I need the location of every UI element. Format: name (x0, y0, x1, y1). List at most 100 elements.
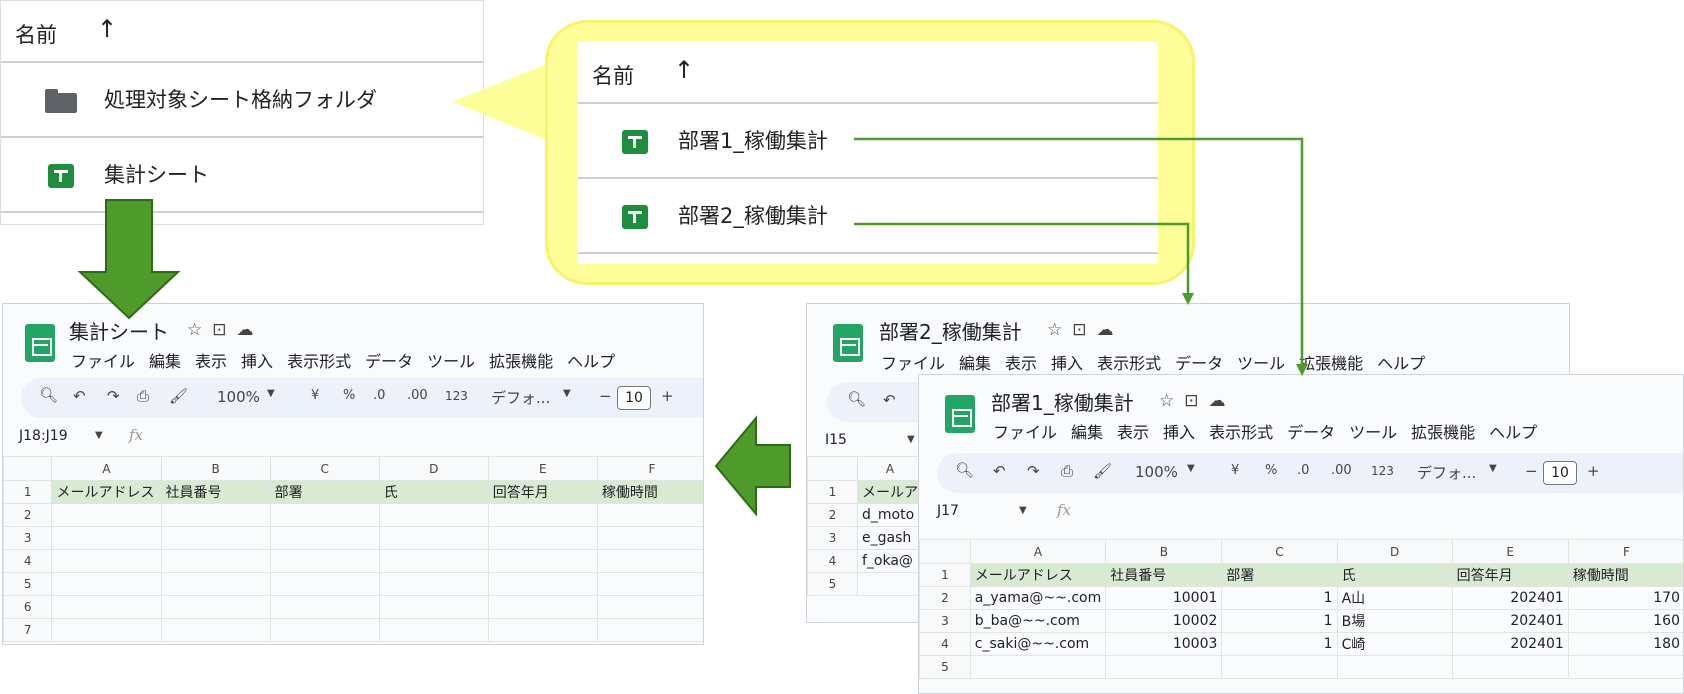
cell[interactable] (378, 526, 489, 550)
percent-button[interactable]: % (1265, 463, 1277, 478)
row-header[interactable]: 2 (807, 503, 858, 527)
menu-view[interactable]: 表示 (195, 348, 227, 372)
cell[interactable]: e_gash (857, 526, 923, 550)
name-column-header[interactable]: 名前 (592, 60, 634, 90)
menu-help[interactable]: ヘルプ (1377, 350, 1425, 374)
select-all-corner[interactable] (3, 456, 53, 481)
cell[interactable]: 社員番号 (1105, 563, 1223, 587)
sort-ascending-icon[interactable]: ↑ (674, 56, 694, 84)
cell[interactable] (378, 572, 489, 596)
cell[interactable] (51, 595, 162, 619)
cell[interactable] (51, 503, 162, 527)
column-header[interactable]: F (596, 456, 703, 481)
row-header[interactable]: 7 (3, 618, 53, 642)
column-header[interactable]: C (269, 456, 380, 481)
undo-icon[interactable]: ↶ (73, 387, 86, 405)
row-header[interactable]: 6 (3, 595, 53, 619)
row-header[interactable]: 3 (3, 526, 53, 550)
cell[interactable] (1105, 655, 1223, 679)
row-header[interactable]: 4 (3, 549, 53, 573)
menu-insert[interactable]: 挿入 (1051, 350, 1083, 374)
menu-format[interactable]: 表示形式 (1097, 350, 1161, 374)
menu-edit[interactable]: 編集 (1071, 419, 1103, 443)
currency-button[interactable]: ¥ (1231, 463, 1239, 478)
font-select[interactable]: デフォ... (491, 387, 550, 408)
menu-format[interactable]: 表示形式 (1209, 419, 1273, 443)
cell[interactable] (160, 595, 271, 619)
print-icon[interactable]: ⎙ (137, 387, 149, 405)
cell[interactable]: 202401 (1451, 586, 1569, 610)
cell[interactable] (596, 526, 703, 550)
cell[interactable] (1221, 655, 1338, 679)
column-header[interactable]: D (1336, 539, 1453, 564)
search-icon[interactable]: 🔍︎ (39, 386, 58, 404)
increase-decimal-button[interactable]: .00 (407, 388, 428, 403)
cell[interactable] (1451, 655, 1569, 679)
font-select[interactable]: デフォ... (1417, 462, 1476, 483)
row-header[interactable]: 4 (919, 632, 971, 656)
menu-insert[interactable]: 挿入 (241, 348, 273, 372)
cell[interactable] (487, 549, 598, 573)
row-header[interactable]: 3 (807, 526, 858, 550)
chevron-down-icon[interactable]: ▼ (95, 430, 103, 441)
search-icon[interactable]: 🔍︎ (847, 390, 866, 408)
cell[interactable] (269, 618, 380, 642)
move-folder-icon[interactable]: ⊡ (1184, 391, 1208, 411)
cell[interactable]: 202401 (1451, 632, 1569, 656)
column-header[interactable]: E (1451, 539, 1569, 564)
star-icon[interactable]: ☆ (187, 320, 212, 340)
column-header[interactable]: D (378, 456, 489, 481)
cell[interactable] (596, 595, 703, 619)
font-size-input[interactable]: 10 (617, 386, 651, 410)
menu-format[interactable]: 表示形式 (287, 348, 351, 372)
cell[interactable] (160, 572, 271, 596)
document-title[interactable]: 部署1_稼働集計 (991, 387, 1134, 416)
sheets-logo-icon[interactable] (945, 395, 975, 433)
menu-file[interactable]: ファイル (993, 419, 1057, 443)
redo-icon[interactable]: ↷ (1027, 462, 1040, 480)
select-all-corner[interactable] (807, 456, 858, 481)
cell[interactable]: 部署 (269, 480, 380, 504)
menu-edit[interactable]: 編集 (149, 348, 181, 372)
row-header[interactable]: 3 (919, 609, 971, 633)
cell[interactable]: 180 (1567, 632, 1683, 656)
cell[interactable]: 氏 (1336, 563, 1453, 587)
cell[interactable] (160, 526, 271, 550)
chevron-down-icon[interactable]: ▼ (1019, 505, 1027, 516)
cell[interactable]: 回答年月 (1451, 563, 1569, 587)
cell[interactable]: メールアドレス (969, 563, 1107, 587)
zoom-select[interactable]: 100% (1135, 463, 1178, 481)
menu-tools[interactable]: ツール (1237, 350, 1285, 374)
redo-icon[interactable]: ↷ (107, 387, 120, 405)
row-header[interactable]: 2 (3, 503, 53, 527)
row-header[interactable]: 5 (919, 655, 971, 679)
cell[interactable]: 氏 (378, 480, 489, 504)
menu-file[interactable]: ファイル (881, 350, 945, 374)
column-header[interactable]: A (51, 456, 162, 481)
name-box[interactable]: I15 (825, 432, 847, 448)
row-header[interactable]: 1 (3, 480, 53, 504)
cell[interactable]: c_saki@~~.com (969, 632, 1107, 656)
select-all-corner[interactable] (919, 539, 971, 564)
cell[interactable] (269, 595, 380, 619)
column-header[interactable]: B (1105, 539, 1223, 564)
cell[interactable] (51, 526, 162, 550)
number-format-button[interactable]: 123 (1371, 464, 1394, 478)
menu-data[interactable]: データ (365, 348, 413, 372)
cell[interactable]: 稼働時間 (596, 480, 703, 504)
cell[interactable]: f_oka@ (857, 549, 923, 573)
zoom-select[interactable]: 100% (217, 388, 260, 406)
chevron-down-icon[interactable]: ▼ (563, 388, 571, 399)
cell[interactable] (969, 655, 1107, 679)
menu-help[interactable]: ヘルプ (567, 348, 615, 372)
row-header[interactable]: 5 (3, 572, 53, 596)
cell[interactable]: A山 (1336, 586, 1453, 610)
paint-format-icon[interactable]: 🖌︎ (169, 387, 188, 405)
cell[interactable] (378, 503, 489, 527)
cell[interactable] (51, 618, 162, 642)
column-header[interactable]: C (1221, 539, 1338, 564)
row-header[interactable]: 2 (919, 586, 971, 610)
cell[interactable] (378, 618, 489, 642)
cell[interactable]: 社員番号 (160, 480, 271, 504)
menu-extensions[interactable]: 拡張機能 (1411, 419, 1475, 443)
